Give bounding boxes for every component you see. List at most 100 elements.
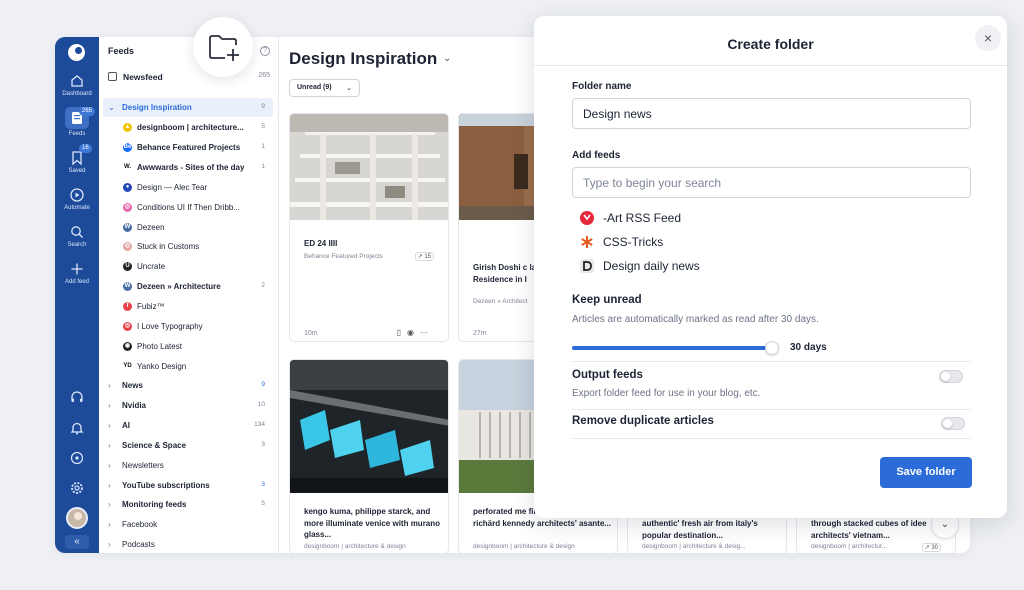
keep-unread-title: Keep unread: [572, 294, 642, 306]
card-actions: ▯◉⋯: [397, 328, 434, 337]
article-title: through stacked cubes of idee architects…: [811, 519, 927, 540]
sidebar-folder-item[interactable]: › YouTube subscriptions 3: [103, 476, 273, 495]
more-icon[interactable]: ⋯: [420, 328, 434, 337]
feed-favicon-icon: ▲: [123, 123, 132, 132]
chevron-right-icon: ›: [108, 540, 111, 550]
sidebar-feed-item[interactable]: f Fubiz™: [103, 297, 273, 316]
mark-read-icon[interactable]: ◉: [407, 328, 420, 337]
sidebar-feed-item[interactable]: ▲ designboom | architecture... 5: [103, 118, 273, 137]
rail-item-integrations[interactable]: [55, 450, 99, 466]
rail-item-add-feed[interactable]: Add feed: [55, 261, 99, 285]
rail-item-search[interactable]: Search: [55, 224, 99, 248]
keep-unread-slider-track[interactable]: [572, 346, 772, 350]
rail-item-settings[interactable]: [55, 480, 99, 496]
article-thumbnail: [290, 360, 448, 493]
folder-name: Science & Space: [122, 440, 187, 450]
output-feeds-description: Export folder feed for use in your blog,…: [572, 388, 761, 399]
engagement-badge: ↗ 30: [921, 543, 941, 552]
bookmark-icon[interactable]: ▯: [397, 328, 407, 337]
sidebar-folder-item[interactable]: › Podcasts: [103, 535, 273, 553]
folder-name: Newsletters: [122, 460, 164, 470]
unread-filter-dropdown[interactable]: Unread (9) ⌄: [289, 79, 360, 97]
folder-plus-icon: [209, 35, 239, 61]
rail-item-notifications[interactable]: [55, 420, 99, 436]
folder-unread-count: 5: [261, 500, 265, 508]
dialog-title: Create folder: [727, 36, 814, 52]
sidebar-feed-item[interactable]: Bē Behance Featured Projects 1: [103, 138, 273, 157]
feed-favicon-icon: f: [123, 302, 132, 312]
folder-design-inspiration[interactable]: ⌄ Design Inspiration 9: [103, 98, 273, 117]
folder-name-field[interactable]: [572, 98, 971, 129]
feed-favicon-icon: ●: [123, 182, 132, 192]
sidebar-feed-item[interactable]: W. Awwwards - Sites of the day 1: [103, 158, 273, 177]
keep-unread-slider-handle[interactable]: [765, 341, 779, 355]
folder-name: YouTube subscriptions: [122, 480, 210, 490]
sidebar-feed-item[interactable]: U Uncrate: [103, 257, 273, 276]
feed-favicon-icon: ◉: [123, 341, 132, 351]
feed-name: Awwwards - Sites of the day: [137, 162, 245, 172]
headphones-icon: [71, 391, 83, 402]
folder-name: Design Inspiration: [122, 103, 192, 112]
newsfeed-icon: [108, 72, 117, 81]
sidebar-feed-item[interactable]: W Dezeen: [103, 218, 273, 237]
article-source: designboom | architecture & design: [304, 543, 406, 550]
feed-name: Dezeen: [137, 222, 165, 232]
sidebar-item-newsfeed[interactable]: Newsfeed 265: [108, 72, 270, 86]
chevron-right-icon: ›: [108, 460, 111, 470]
rail-label-search: Search: [67, 242, 87, 248]
help-icon[interactable]: ?: [260, 46, 270, 56]
sidebar-folder-item[interactable]: › Nvidia 10: [103, 396, 273, 415]
feed-name: Photo Latest: [137, 341, 182, 351]
feed-unread-count: 1: [261, 162, 265, 170]
folder-unread-count: 9: [261, 381, 265, 388]
feed-favicon-icon: ◎: [123, 242, 132, 252]
rail-item-dashboard[interactable]: Dashboard: [55, 73, 99, 97]
folder-name: AI: [122, 420, 130, 430]
close-icon[interactable]: ×: [975, 25, 1001, 51]
sidebar-feed-item[interactable]: ◉ Photo Latest: [103, 337, 273, 356]
sidebar-folder-item[interactable]: › AI 134: [103, 416, 273, 435]
keep-unread-value: 30 days: [790, 342, 827, 353]
network-icon: [70, 451, 84, 465]
sidebar-feed-item[interactable]: ◎ Conditions UI If Then Dribb...: [103, 198, 273, 217]
suggested-feed-name: -Art RSS Feed: [603, 211, 682, 225]
sidebar-folder-item[interactable]: › Monitoring feeds 5: [103, 495, 273, 514]
sidebar-feed-item[interactable]: ● Design — Alec Tear: [103, 178, 273, 197]
article-card[interactable]: kengo kuma, philippe starck, and more il…: [289, 359, 449, 553]
article-source: Dezeen » Architect: [473, 298, 528, 305]
output-feeds-toggle[interactable]: [939, 370, 963, 383]
sidebar-folder-item[interactable]: › Facebook: [103, 515, 273, 534]
chevron-right-icon: ›: [108, 381, 111, 390]
suggested-feed-name: CSS-Tricks: [603, 235, 664, 249]
keep-unread-description: Articles are automatically marked as rea…: [572, 314, 819, 325]
sidebar-feed-item[interactable]: W Dezeen » Architecture 2: [103, 277, 273, 296]
remove-duplicates-title: Remove duplicate articles: [572, 415, 714, 427]
new-folder-button[interactable]: [193, 17, 253, 77]
article-source: designboom | architecture & design: [473, 543, 575, 550]
article-card[interactable]: ED 24 IIII Behance Featured Projects ↗ 1…: [289, 113, 449, 342]
output-feeds-title: Output feeds: [572, 369, 643, 381]
title-chevron-down-icon[interactable]: ⌄: [443, 53, 451, 64]
remove-duplicates-toggle[interactable]: [941, 417, 965, 430]
feed-name: Yanko Design: [137, 361, 187, 371]
sidebar-folder-item[interactable]: › News 9: [103, 376, 273, 395]
folder-name: Podcasts: [122, 540, 155, 550]
save-folder-button[interactable]: Save folder: [880, 457, 972, 488]
sidebar-folder-item[interactable]: › Science & Space 3: [103, 436, 273, 455]
article-age: 27m: [473, 330, 487, 337]
avatar[interactable]: [66, 507, 88, 529]
add-feeds-search-input[interactable]: [572, 167, 971, 198]
sidebar-feed-item[interactable]: ◎ Stuck in Customs: [103, 237, 273, 256]
chevron-down-icon: ⌄: [346, 85, 352, 92]
article-age: 10m: [304, 330, 318, 337]
sidebar-folder-item[interactable]: › Newsletters: [103, 456, 273, 475]
section-divider: [572, 361, 971, 362]
rss-art-icon: [580, 211, 594, 225]
collapse-rail-button[interactable]: «: [65, 535, 89, 549]
rail-item-headphones[interactable]: [55, 389, 99, 405]
rail-item-saved[interactable]: Saved: [55, 150, 99, 174]
rail-item-automate[interactable]: Automate: [55, 187, 99, 211]
sidebar-feed-item[interactable]: ◎ I Love Typography: [103, 317, 273, 336]
sidebar-feed-item[interactable]: YD Yanko Design: [103, 357, 273, 376]
feed-favicon-icon: ◎: [123, 322, 132, 331]
